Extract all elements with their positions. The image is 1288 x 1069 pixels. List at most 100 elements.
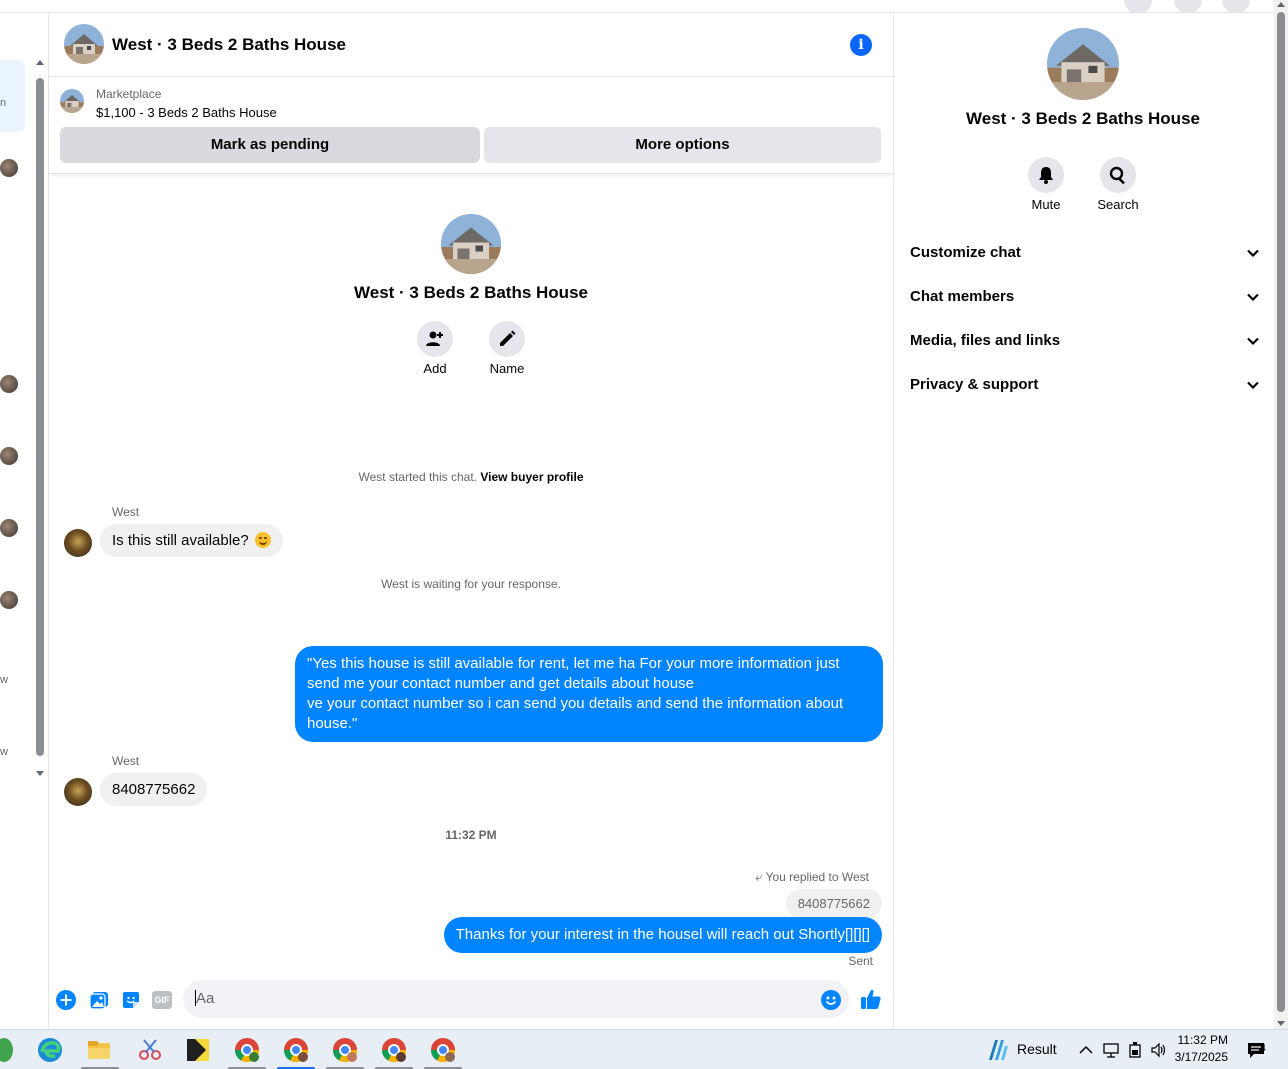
clock-date[interactable]: 3/17/2025	[1166, 1050, 1228, 1064]
marketplace-listing-bar: Marketplace $1,100 - 3 Beds 2 Baths Hous…	[49, 77, 893, 174]
name-label: Name	[489, 361, 525, 376]
edit-name-button[interactable]	[489, 321, 525, 357]
conversation-title[interactable]: West · 3 Beds 2 Baths House	[112, 35, 346, 55]
section-label: Media, files and links	[910, 332, 1061, 349]
edge-browser-icon[interactable]	[36, 1036, 64, 1064]
thumbs-up-icon[interactable]	[860, 988, 882, 1010]
mute-button[interactable]	[1028, 157, 1064, 193]
windows-taskbar: Result 11:32 PM 3/17/2025	[0, 1029, 1288, 1069]
battery-icon[interactable]	[1127, 1041, 1143, 1059]
reply-arrow-icon: ⤶	[755, 869, 763, 884]
chrome-profile-icon[interactable]	[233, 1036, 261, 1064]
chat-list-avatar[interactable]	[0, 591, 18, 609]
incoming-message[interactable]: Is this still available?	[100, 524, 283, 557]
conversation-avatar[interactable]	[64, 24, 104, 64]
add-people-button[interactable]	[417, 321, 453, 357]
sticker-icon[interactable]	[121, 990, 141, 1010]
chat-started-notice: West started this chat. View buyer profi…	[49, 470, 893, 484]
privacy-support-section[interactable]: Privacy & support	[910, 366, 1260, 406]
plus-circle-icon[interactable]	[56, 990, 76, 1010]
chrome-profile-icon[interactable]	[331, 1036, 359, 1064]
page-scrollbar[interactable]	[1274, 0, 1288, 1029]
chat-members-section[interactable]: Chat members	[910, 278, 1260, 318]
listing-thumbnail[interactable]	[60, 89, 84, 113]
incoming-message[interactable]: 8408775662	[100, 773, 208, 806]
message-timestamp: 11:32 PM	[445, 828, 497, 842]
listing-price-title[interactable]: $1,100 - 3 Beds 2 Baths House	[96, 105, 277, 120]
outgoing-message[interactable]: Thanks for your interest in the housel w…	[443, 917, 882, 953]
chevron-down-icon	[1247, 337, 1259, 346]
chrome-profile-icon[interactable]	[429, 1036, 457, 1064]
chat-list-avatar[interactable]	[0, 375, 18, 393]
chrome-profile-icon[interactable]	[380, 1036, 408, 1064]
chat-list-scrollbar[interactable]	[35, 60, 45, 776]
chevron-down-icon	[1247, 249, 1259, 258]
snipping-tool-icon[interactable]	[136, 1036, 164, 1064]
file-explorer-icon[interactable]	[85, 1036, 113, 1064]
replied-label: You replied to West	[765, 870, 869, 884]
chat-started-text: West started this chat.	[358, 470, 478, 484]
sender-name: West	[112, 505, 140, 519]
nav-button[interactable]	[1174, 0, 1202, 14]
search-button[interactable]	[1100, 157, 1136, 193]
pencil-icon	[500, 330, 516, 346]
message-line: "Yes this house is still available for r…	[307, 655, 840, 672]
info-panel-avatar[interactable]	[1047, 28, 1119, 100]
conversation-info-panel: West · 3 Beds 2 Baths House Mute Search …	[894, 13, 1274, 1029]
sticky-notes-icon[interactable]	[184, 1036, 212, 1064]
chat-list-avatar[interactable]	[0, 447, 18, 465]
chevron-down-icon	[1247, 381, 1259, 390]
quoted-message[interactable]: 8408775662	[785, 889, 882, 918]
info-panel-title: West · 3 Beds 2 Baths House	[966, 109, 1200, 128]
message-input-placeholder: Aa	[196, 990, 215, 1007]
scroll-up-arrow-icon[interactable]	[1277, 2, 1285, 7]
chat-list-item-selected[interactable]: n	[0, 60, 25, 132]
chevron-up-icon[interactable]	[1078, 1042, 1094, 1058]
waiting-notice: West is waiting for your response.	[381, 577, 561, 591]
clock-time[interactable]: 11:32 PM	[1170, 1033, 1228, 1047]
sender-avatar[interactable]	[64, 529, 92, 557]
message-input[interactable]: Aa	[183, 980, 849, 1018]
scrollbar-thumb[interactable]	[1277, 12, 1285, 1012]
scroll-down-arrow-icon[interactable]	[1277, 1021, 1285, 1026]
message-text: 8408775662	[112, 781, 196, 798]
weather-widget-label[interactable]: Result	[1017, 1041, 1057, 1057]
search-icon	[1109, 166, 1125, 185]
chat-list-avatar[interactable]	[0, 159, 18, 177]
nav-button[interactable]	[1124, 0, 1152, 14]
gif-icon[interactable]: GIF	[152, 991, 172, 1009]
house-photo-icon	[1047, 28, 1119, 100]
scroll-down-arrow-icon[interactable]	[36, 771, 44, 776]
scrollbar-thumb[interactable]	[36, 78, 44, 756]
profile-avatar[interactable]	[1222, 0, 1250, 14]
house-photo-icon	[64, 24, 104, 64]
mark-as-pending-button[interactable]: Mark as pending	[60, 127, 480, 163]
search-label: Search	[1097, 197, 1139, 212]
chrome-profile-icon[interactable]	[282, 1036, 310, 1064]
weather-widget-icon[interactable]	[985, 1038, 1009, 1062]
chat-list-item-text: w	[0, 674, 8, 686]
section-label: Customize chat	[910, 244, 1021, 261]
emoji-icon[interactable]	[821, 990, 841, 1010]
conversation-panel: West · 3 Beds 2 Baths House i Marketplac…	[49, 13, 893, 1029]
notification-count-badge: 4	[1260, 1043, 1266, 1054]
info-icon[interactable]: i	[850, 34, 872, 56]
more-options-button[interactable]: More options	[484, 127, 881, 163]
customize-chat-section[interactable]: Customize chat	[910, 234, 1260, 274]
view-buyer-profile-link[interactable]: View buyer profile	[480, 470, 583, 484]
sent-status: Sent	[848, 954, 873, 968]
leaf-app-icon[interactable]	[0, 1036, 22, 1064]
photo-icon[interactable]	[89, 990, 109, 1010]
add-label: Add	[423, 361, 447, 376]
sender-avatar[interactable]	[64, 778, 92, 806]
scroll-up-arrow-icon[interactable]	[36, 60, 44, 65]
house-photo-icon	[60, 89, 84, 113]
listing-source-label: Marketplace	[96, 87, 162, 101]
message-text: Is this still available?	[112, 532, 249, 549]
media-files-links-section[interactable]: Media, files and links	[910, 322, 1260, 362]
network-icon[interactable]	[1102, 1041, 1120, 1059]
message-line: ve your contact number so i can send you…	[307, 695, 844, 712]
chat-list: n w w	[0, 13, 34, 1029]
outgoing-message[interactable]: "Yes this house is still available for r…	[295, 646, 883, 742]
chat-list-avatar[interactable]	[0, 519, 18, 537]
